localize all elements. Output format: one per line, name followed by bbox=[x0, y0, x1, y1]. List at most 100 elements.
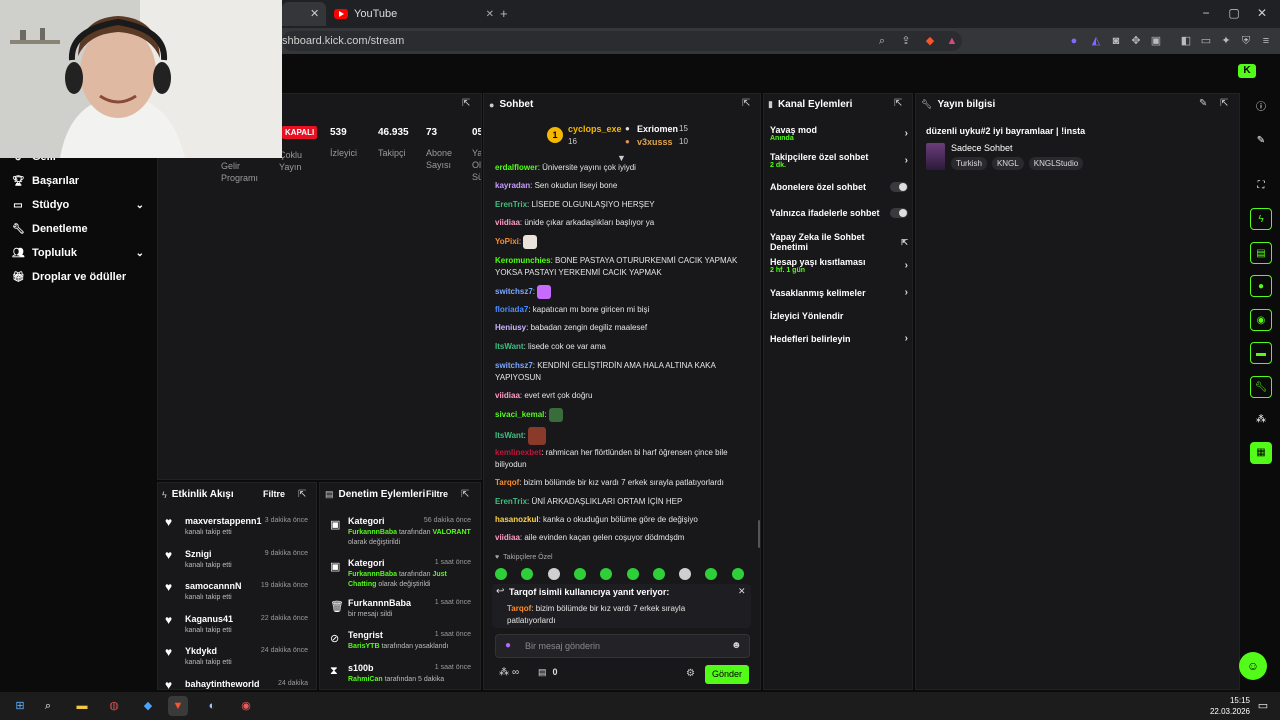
fullscreen-icon[interactable]: ⛶ bbox=[1250, 175, 1272, 197]
sidebar-item-moderation[interactable]: 🔧︎ Denetleme bbox=[12, 219, 144, 239]
chat-username[interactable]: YoPixi bbox=[495, 237, 519, 246]
moderation-actor[interactable]: FurkannnBaba bbox=[348, 571, 397, 578]
chat-scrollbar[interactable] bbox=[758, 520, 760, 548]
chat-username[interactable]: Keromunchies bbox=[495, 256, 551, 265]
chat-username[interactable]: hasanozkul bbox=[495, 515, 539, 524]
moderation-actor[interactable]: FurkannnBaba bbox=[348, 529, 397, 536]
chat-username[interactable]: switchsz7 bbox=[495, 287, 533, 296]
popout-icon[interactable]: ⇱ bbox=[461, 489, 469, 500]
app-icon[interactable]: ◆ bbox=[138, 696, 158, 716]
emote-icon[interactable] bbox=[600, 568, 613, 580]
app-icon[interactable]: ◉ bbox=[236, 696, 256, 716]
start-icon[interactable]: ⊞ bbox=[10, 696, 30, 716]
channel-action-item[interactable]: Hesap yaşı kısıtlaması 2 hf. 1 gün › bbox=[770, 257, 908, 274]
info-icon[interactable]: ⓘ bbox=[1250, 97, 1272, 119]
emote-icon[interactable] bbox=[731, 568, 744, 580]
wallet-icon[interactable]: ▭ bbox=[1198, 33, 1214, 49]
app-icon[interactable]: ◍ bbox=[104, 696, 124, 716]
emote-icon[interactable] bbox=[521, 568, 534, 580]
pencil-icon[interactable]: ✎ bbox=[1250, 130, 1272, 152]
emoji-icon[interactable]: ☻ bbox=[731, 640, 742, 651]
emote-icon[interactable] bbox=[679, 568, 692, 580]
ai-icon[interactable]: ✦ bbox=[1218, 33, 1234, 49]
channel-action-item[interactable]: Takipçilere özel sohbet 2 dk. › bbox=[770, 152, 908, 169]
chat-username[interactable]: sivaci_kemal bbox=[495, 410, 544, 419]
close-window-button[interactable]: ✕ bbox=[1252, 6, 1272, 20]
kick-logo-icon[interactable]: K bbox=[1238, 64, 1256, 78]
puzzle-icon[interactable]: ✥ bbox=[1128, 33, 1144, 49]
emote-icon[interactable] bbox=[573, 568, 586, 580]
activity-username[interactable]: Sznigi bbox=[185, 549, 212, 559]
search-icon[interactable]: ⌕ bbox=[38, 696, 58, 716]
brave-browser-icon[interactable]: ▼ bbox=[168, 696, 188, 716]
points-indicator[interactable]: ⁂ ∞ bbox=[499, 667, 519, 678]
media-icon[interactable]: ▬ bbox=[1250, 342, 1272, 364]
chat-username[interactable]: ItsWant bbox=[495, 431, 524, 440]
chat-username[interactable]: viidiaa bbox=[495, 533, 520, 542]
toggle-switch[interactable] bbox=[890, 208, 908, 218]
community-icon[interactable]: ⁂ bbox=[1250, 409, 1272, 431]
emote-icon[interactable] bbox=[652, 568, 665, 580]
chat-input-placeholder[interactable]: Bir mesaj gönderin bbox=[525, 641, 600, 651]
system-clock[interactable]: 15:15 22.03.2026 bbox=[1194, 695, 1250, 717]
chat-username[interactable]: erdalflower bbox=[495, 163, 538, 172]
popout-icon[interactable]: ⇱ bbox=[462, 98, 470, 109]
category-thumbnail[interactable] bbox=[926, 143, 945, 170]
menu-icon[interactable]: ≡ bbox=[1258, 33, 1274, 49]
emote-icon[interactable] bbox=[626, 568, 639, 580]
extension-icon[interactable]: ◭ bbox=[1088, 33, 1104, 49]
channel-action-item[interactable]: Yasaklanmış kelimeler › bbox=[770, 287, 908, 298]
support-chat-button[interactable]: ☺ bbox=[1239, 652, 1267, 680]
activity-username[interactable]: samocannnN bbox=[185, 581, 242, 591]
channel-action-item[interactable]: Yapay Zeka ile Sohbet Denetimi ⇱ bbox=[770, 232, 908, 252]
chat-username[interactable]: Tarqof bbox=[495, 478, 519, 487]
channel-action-item[interactable]: Abonelere özel sohbet bbox=[770, 182, 908, 192]
vpn-icon[interactable]: ⛨ bbox=[1238, 33, 1254, 49]
zoom-icon[interactable]: ⌕ bbox=[874, 33, 890, 49]
wrench-icon[interactable]: 🔧︎ bbox=[1250, 376, 1272, 398]
media-icon[interactable]: ▣ bbox=[1148, 33, 1164, 49]
chat-username[interactable]: ErenTrix bbox=[495, 200, 527, 209]
chat-username[interactable]: ItsWant bbox=[495, 342, 524, 351]
top-gifter-name[interactable]: Exriomen bbox=[637, 124, 678, 134]
channel-action-item[interactable]: Hedefleri belirleyin › bbox=[770, 333, 908, 344]
sidebar-toggle-icon[interactable]: ◧ bbox=[1178, 33, 1194, 49]
edit-icon[interactable]: ✎ bbox=[1199, 98, 1207, 109]
gift-indicator[interactable]: ▤ 0 bbox=[538, 667, 558, 678]
chat-settings-icon[interactable]: ⚙ bbox=[686, 668, 695, 679]
steam-icon[interactable]: ◐ bbox=[202, 696, 222, 716]
maximize-button[interactable]: ▢ bbox=[1224, 6, 1244, 20]
moderation-actor[interactable]: BarisYTB bbox=[348, 643, 380, 650]
chat-username[interactable]: viidiaa bbox=[495, 391, 520, 400]
new-tab-button[interactable]: + bbox=[500, 6, 508, 21]
clip-icon[interactable]: ▦ bbox=[1250, 442, 1272, 464]
activity-username[interactable]: bahaytintheworld bbox=[185, 679, 260, 689]
lightning-icon[interactable]: ϟ bbox=[1250, 208, 1272, 230]
popout-icon[interactable]: ⇱ bbox=[1220, 98, 1228, 109]
notes-icon[interactable]: ▤ bbox=[1250, 242, 1272, 264]
close-reply-icon[interactable]: ✕ bbox=[738, 586, 746, 597]
chat-username[interactable]: viidiaa bbox=[495, 218, 520, 227]
emote-icon[interactable] bbox=[547, 568, 560, 580]
sidebar-item-studio[interactable]: ▭ Stüdyo ⌄ bbox=[12, 195, 144, 215]
chat-username[interactable]: Heniusy bbox=[495, 323, 526, 332]
rewards-icon[interactable]: ▲ bbox=[944, 33, 960, 49]
broadcast-icon[interactable]: ◉ bbox=[1250, 309, 1272, 331]
channel-action-item[interactable]: İzleyici Yönlendir bbox=[770, 311, 908, 321]
tab-close-icon[interactable]: ✕ bbox=[486, 9, 494, 20]
tab-close-icon[interactable]: ✕ bbox=[310, 7, 319, 20]
chat-bubble-icon[interactable]: ● bbox=[1250, 275, 1272, 297]
sidebar-item-drops[interactable]: 🎁︎ Droplar ve ödüller bbox=[12, 267, 144, 287]
notification-icon[interactable]: ▭ bbox=[1253, 696, 1273, 716]
extension-icon[interactable]: ● bbox=[1066, 33, 1082, 49]
moderation-actor[interactable]: RahmiCan bbox=[348, 676, 383, 683]
emote-icon[interactable] bbox=[495, 568, 507, 580]
microphone-icon[interactable]: ● bbox=[505, 640, 511, 651]
top-gifter-name[interactable]: v3xusss bbox=[637, 137, 673, 147]
brave-shield-icon[interactable]: ◆ bbox=[922, 33, 938, 49]
tab-youtube[interactable]: YouTube ✕ bbox=[334, 4, 494, 24]
chat-username[interactable]: ErenTrix bbox=[495, 497, 527, 506]
chat-username[interactable]: switchsz7 bbox=[495, 361, 533, 370]
activity-filter-button[interactable]: Filtre bbox=[263, 489, 285, 499]
active-tab[interactable]: ✕ bbox=[282, 2, 326, 26]
